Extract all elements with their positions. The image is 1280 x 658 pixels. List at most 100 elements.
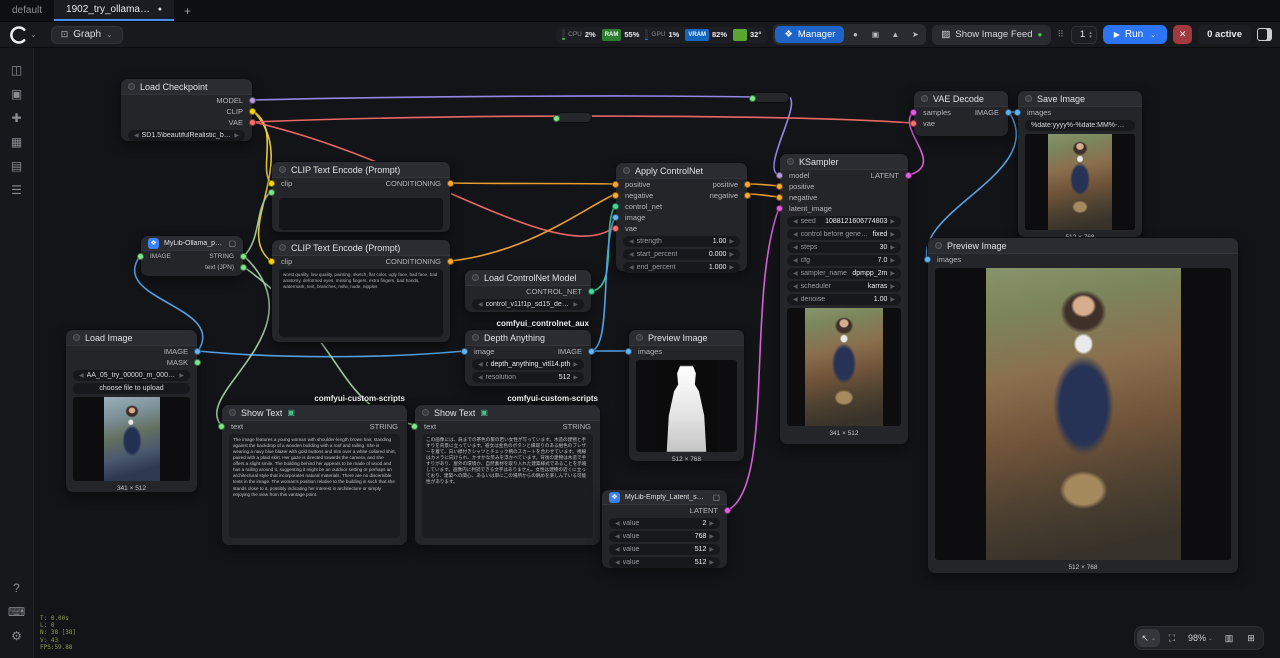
step-down-icon[interactable]: ▾: [1089, 35, 1092, 39]
control-net-output-port[interactable]: [588, 288, 595, 295]
drag-handle[interactable]: ⠿: [1057, 29, 1065, 40]
sidebar-item-node-library[interactable]: ✚: [5, 106, 29, 130]
node-ksampler[interactable]: KSampler modelLATENT positive negative l…: [779, 153, 909, 445]
collapse-dot-icon[interactable]: [422, 409, 429, 416]
conditioning-output-port[interactable]: [447, 258, 454, 265]
tab-default[interactable]: default: [0, 0, 54, 21]
denoise-widget[interactable]: ◀denoise1.00▶: [787, 294, 901, 305]
grid-toggle-button[interactable]: ▥: [1219, 629, 1239, 647]
node-clip-text-encode-positive[interactable]: CLIP Text Encode (Prompt) clipCONDITIONI…: [271, 161, 451, 233]
sidebar-item-workflows[interactable]: ◫: [5, 58, 29, 82]
latent-image-input-port[interactable]: [776, 205, 783, 212]
node-show-text-japanese[interactable]: comfyui-custom-scripts Show Text▣ textST…: [414, 404, 601, 546]
run-button[interactable]: ▶ Run ⌄: [1103, 25, 1167, 44]
image-input-port[interactable]: [137, 253, 144, 260]
latent-output-port[interactable]: [724, 507, 731, 514]
image-name-widget[interactable]: ◀AA_05_try_00000_m_00001_mf ...▶: [73, 370, 190, 381]
strength-widget[interactable]: ◀strength1.00▶: [623, 236, 740, 247]
run-options-caret-icon[interactable]: ⌄: [1150, 31, 1156, 39]
custom-nodes-icon-button[interactable]: ▣: [866, 26, 884, 43]
shown-text[interactable]: この画像には、肩までの茶色の髪の若い女性が写っています。木造の建物と手すりを背景…: [422, 434, 593, 538]
toggle-panel-button[interactable]: [1257, 28, 1272, 41]
text-input-port[interactable]: [268, 189, 275, 196]
sidebar-item-assets[interactable]: ▣: [5, 82, 29, 106]
collapse-dot-icon[interactable]: [636, 334, 643, 341]
conditioning-output-port[interactable]: [447, 180, 454, 187]
vae-input-port[interactable]: [612, 225, 619, 232]
collapse-dot-icon[interactable]: [279, 166, 286, 173]
negative-output-port[interactable]: [744, 192, 751, 199]
node-clip-text-encode-negative[interactable]: CLIP Text Encode (Prompt) clipCONDITIONI…: [271, 239, 451, 343]
prompt-textarea[interactable]: worst quality, low quality, painting, sk…: [279, 269, 443, 337]
image-output-port[interactable]: [588, 348, 595, 355]
negative-input-port[interactable]: [612, 192, 619, 199]
text-input-port[interactable]: [411, 423, 418, 430]
reroute-node[interactable]: [556, 112, 592, 123]
model-input-port[interactable]: [776, 172, 783, 179]
widget-left-icon[interactable]: ◀: [134, 132, 139, 139]
node-vae-decode[interactable]: VAE Decode samplesIMAGE vae: [913, 90, 1009, 137]
model-output-port[interactable]: [249, 97, 256, 104]
widget-right-icon[interactable]: ▶: [234, 132, 239, 139]
share-icon-button[interactable]: ➤: [906, 26, 924, 43]
collapse-dot-icon[interactable]: [128, 83, 135, 90]
value-widget-4[interactable]: ◀value512▶: [609, 557, 720, 568]
widget-left-icon[interactable]: ◀: [79, 372, 84, 379]
reroute-port[interactable]: [553, 115, 560, 122]
node-load-image[interactable]: Load Image IMAGE MASK ◀AA_05_try_00000_m…: [65, 329, 198, 493]
controlnet-name-widget[interactable]: ◀control_v11f1p_sd15_depth_fp16 ...▶: [472, 299, 584, 310]
node-ollama-prompt[interactable]: ❖MyLib-Ollama_prompt...▢ IMAGESTRING tex…: [140, 235, 244, 277]
shown-text[interactable]: The image features a young woman with sh…: [229, 434, 400, 538]
collapse-dot-icon[interactable]: [1025, 95, 1032, 102]
clip-output-port[interactable]: [249, 108, 256, 115]
image-output-port[interactable]: [1005, 109, 1012, 116]
prompt-textarea[interactable]: [279, 198, 443, 230]
collapse-dot-icon[interactable]: [472, 334, 479, 341]
images-input-port[interactable]: [924, 256, 931, 263]
node-apply-controlnet[interactable]: Apply ControlNet positivepositive negati…: [615, 162, 748, 272]
seed-widget[interactable]: ◀seed1088121606774803▶: [787, 216, 901, 227]
missing-nodes-icon-button[interactable]: ▲: [886, 26, 904, 43]
upload-button[interactable]: choose file to upload: [73, 383, 190, 394]
collapse-dot-icon[interactable]: [229, 409, 236, 416]
status-dot-icon-button[interactable]: ●: [846, 26, 864, 43]
positive-input-port[interactable]: [776, 183, 783, 190]
start-percent-widget[interactable]: ◀start_percent0.000▶: [623, 249, 740, 260]
clip-input-port[interactable]: [268, 180, 275, 187]
expand-icon[interactable]: ▢: [712, 493, 720, 502]
node-show-text-english[interactable]: comfyui-custom-scripts Show Text▣ textST…: [221, 404, 408, 546]
node-load-checkpoint[interactable]: Load Checkpoint MODEL CLIP VAE ◀SD1.5\be…: [120, 78, 253, 142]
manager-button[interactable]: ❖Manager: [775, 26, 844, 43]
sidebar-item-templates[interactable]: ▤: [5, 154, 29, 178]
node-preview-image-depth[interactable]: Preview Image images 512 × 768: [628, 329, 745, 462]
vae-output-port[interactable]: [249, 119, 256, 126]
image-input-port[interactable]: [612, 214, 619, 221]
sidebar-item-settings[interactable]: ⚙: [5, 624, 29, 648]
pointer-tool-button[interactable]: ↖⌄: [1137, 629, 1160, 647]
positive-input-port[interactable]: [612, 181, 619, 188]
text-input-port[interactable]: [218, 423, 225, 430]
value-widget-3[interactable]: ◀value512▶: [609, 544, 720, 555]
ckpt-widget[interactable]: ◀ckpt ...depth_anything_vitl14.pth▶: [472, 359, 584, 370]
sampler-name-widget[interactable]: ◀sampler_namedpmpp_2m▶: [787, 268, 901, 279]
text-jpn-output-port[interactable]: [240, 264, 247, 271]
control-net-input-port[interactable]: [612, 203, 619, 210]
steps-widget[interactable]: ◀steps30▶: [787, 242, 901, 253]
sidebar-item-terminal[interactable]: ⌨: [5, 600, 29, 624]
collapse-dot-icon[interactable]: [787, 158, 794, 165]
sidebar-item-queue[interactable]: ☰: [5, 178, 29, 202]
show-image-feed-button[interactable]: ▨ Show Image Feed ●: [932, 25, 1051, 45]
images-input-port[interactable]: [625, 348, 632, 355]
node-empty-latent-select[interactable]: ❖MyLib-Empty_Latent_select3▢ LATENT ◀val…: [601, 489, 728, 569]
control-before-generate-widget[interactable]: ◀control before generatefixed▶: [787, 229, 901, 240]
image-output-port[interactable]: [194, 348, 201, 355]
node-preview-image-final[interactable]: Preview Image images 512 × 768: [927, 237, 1239, 574]
resolution-widget[interactable]: ◀resolution512▶: [472, 372, 584, 383]
clip-input-port[interactable]: [268, 258, 275, 265]
zoom-level-button[interactable]: 98%⌄: [1184, 629, 1217, 647]
minimap-toggle-button[interactable]: ⊞: [1241, 629, 1261, 647]
fit-view-button[interactable]: ⛶: [1162, 629, 1182, 647]
collapse-dot-icon[interactable]: [623, 167, 630, 174]
positive-output-port[interactable]: [744, 181, 751, 188]
node-depth-anything[interactable]: comfyui_controlnet_aux Depth Anything im…: [464, 329, 592, 387]
